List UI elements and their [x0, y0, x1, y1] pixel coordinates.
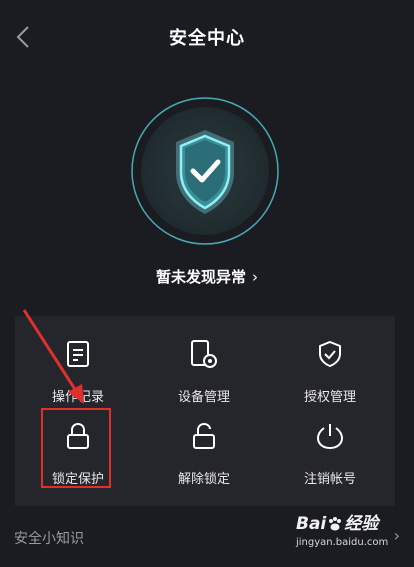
grid-item-label: 设备管理: [177, 390, 230, 405]
watermark-logo: Bai 经验: [296, 514, 379, 534]
chevron-right-icon: ›: [252, 268, 258, 286]
grid-item-label: 注销帐号: [303, 472, 356, 487]
annotation-arrow-icon: [22, 309, 84, 404]
grid-item-label: 授权管理: [303, 390, 356, 405]
security-status-link[interactable]: 暂未发现异常 ›: [0, 266, 414, 287]
grid-item-unlock[interactable]: 解除锁定: [141, 412, 267, 492]
status-text: 暂未发现异常: [155, 268, 246, 286]
page-title: 安全中心: [169, 28, 245, 49]
device-gear-icon: [191, 340, 217, 368]
safety-tips-title[interactable]: 安全小知识: [14, 528, 84, 548]
header-bar: 安全中心: [0, 0, 414, 74]
unlock-icon: [193, 422, 215, 449]
paw-icon: [329, 517, 342, 531]
grid-item-cancel-account[interactable]: 注销帐号: [267, 412, 393, 492]
annotation-highlight-box: [41, 408, 111, 488]
shield-check-icon: [319, 340, 341, 368]
baidu-jingyan-watermark: Bai 经验 jingyan.baidu.com: [296, 505, 406, 561]
grid-item-label: 解除锁定: [177, 472, 230, 487]
grid-item-auth-manage[interactable]: 授权管理: [267, 330, 393, 410]
security-shield-icon: [130, 96, 280, 246]
power-icon: [316, 424, 344, 450]
watermark-url: jingyan.baidu.com: [296, 537, 389, 548]
grid-item-device-manage[interactable]: 设备管理: [141, 330, 267, 410]
